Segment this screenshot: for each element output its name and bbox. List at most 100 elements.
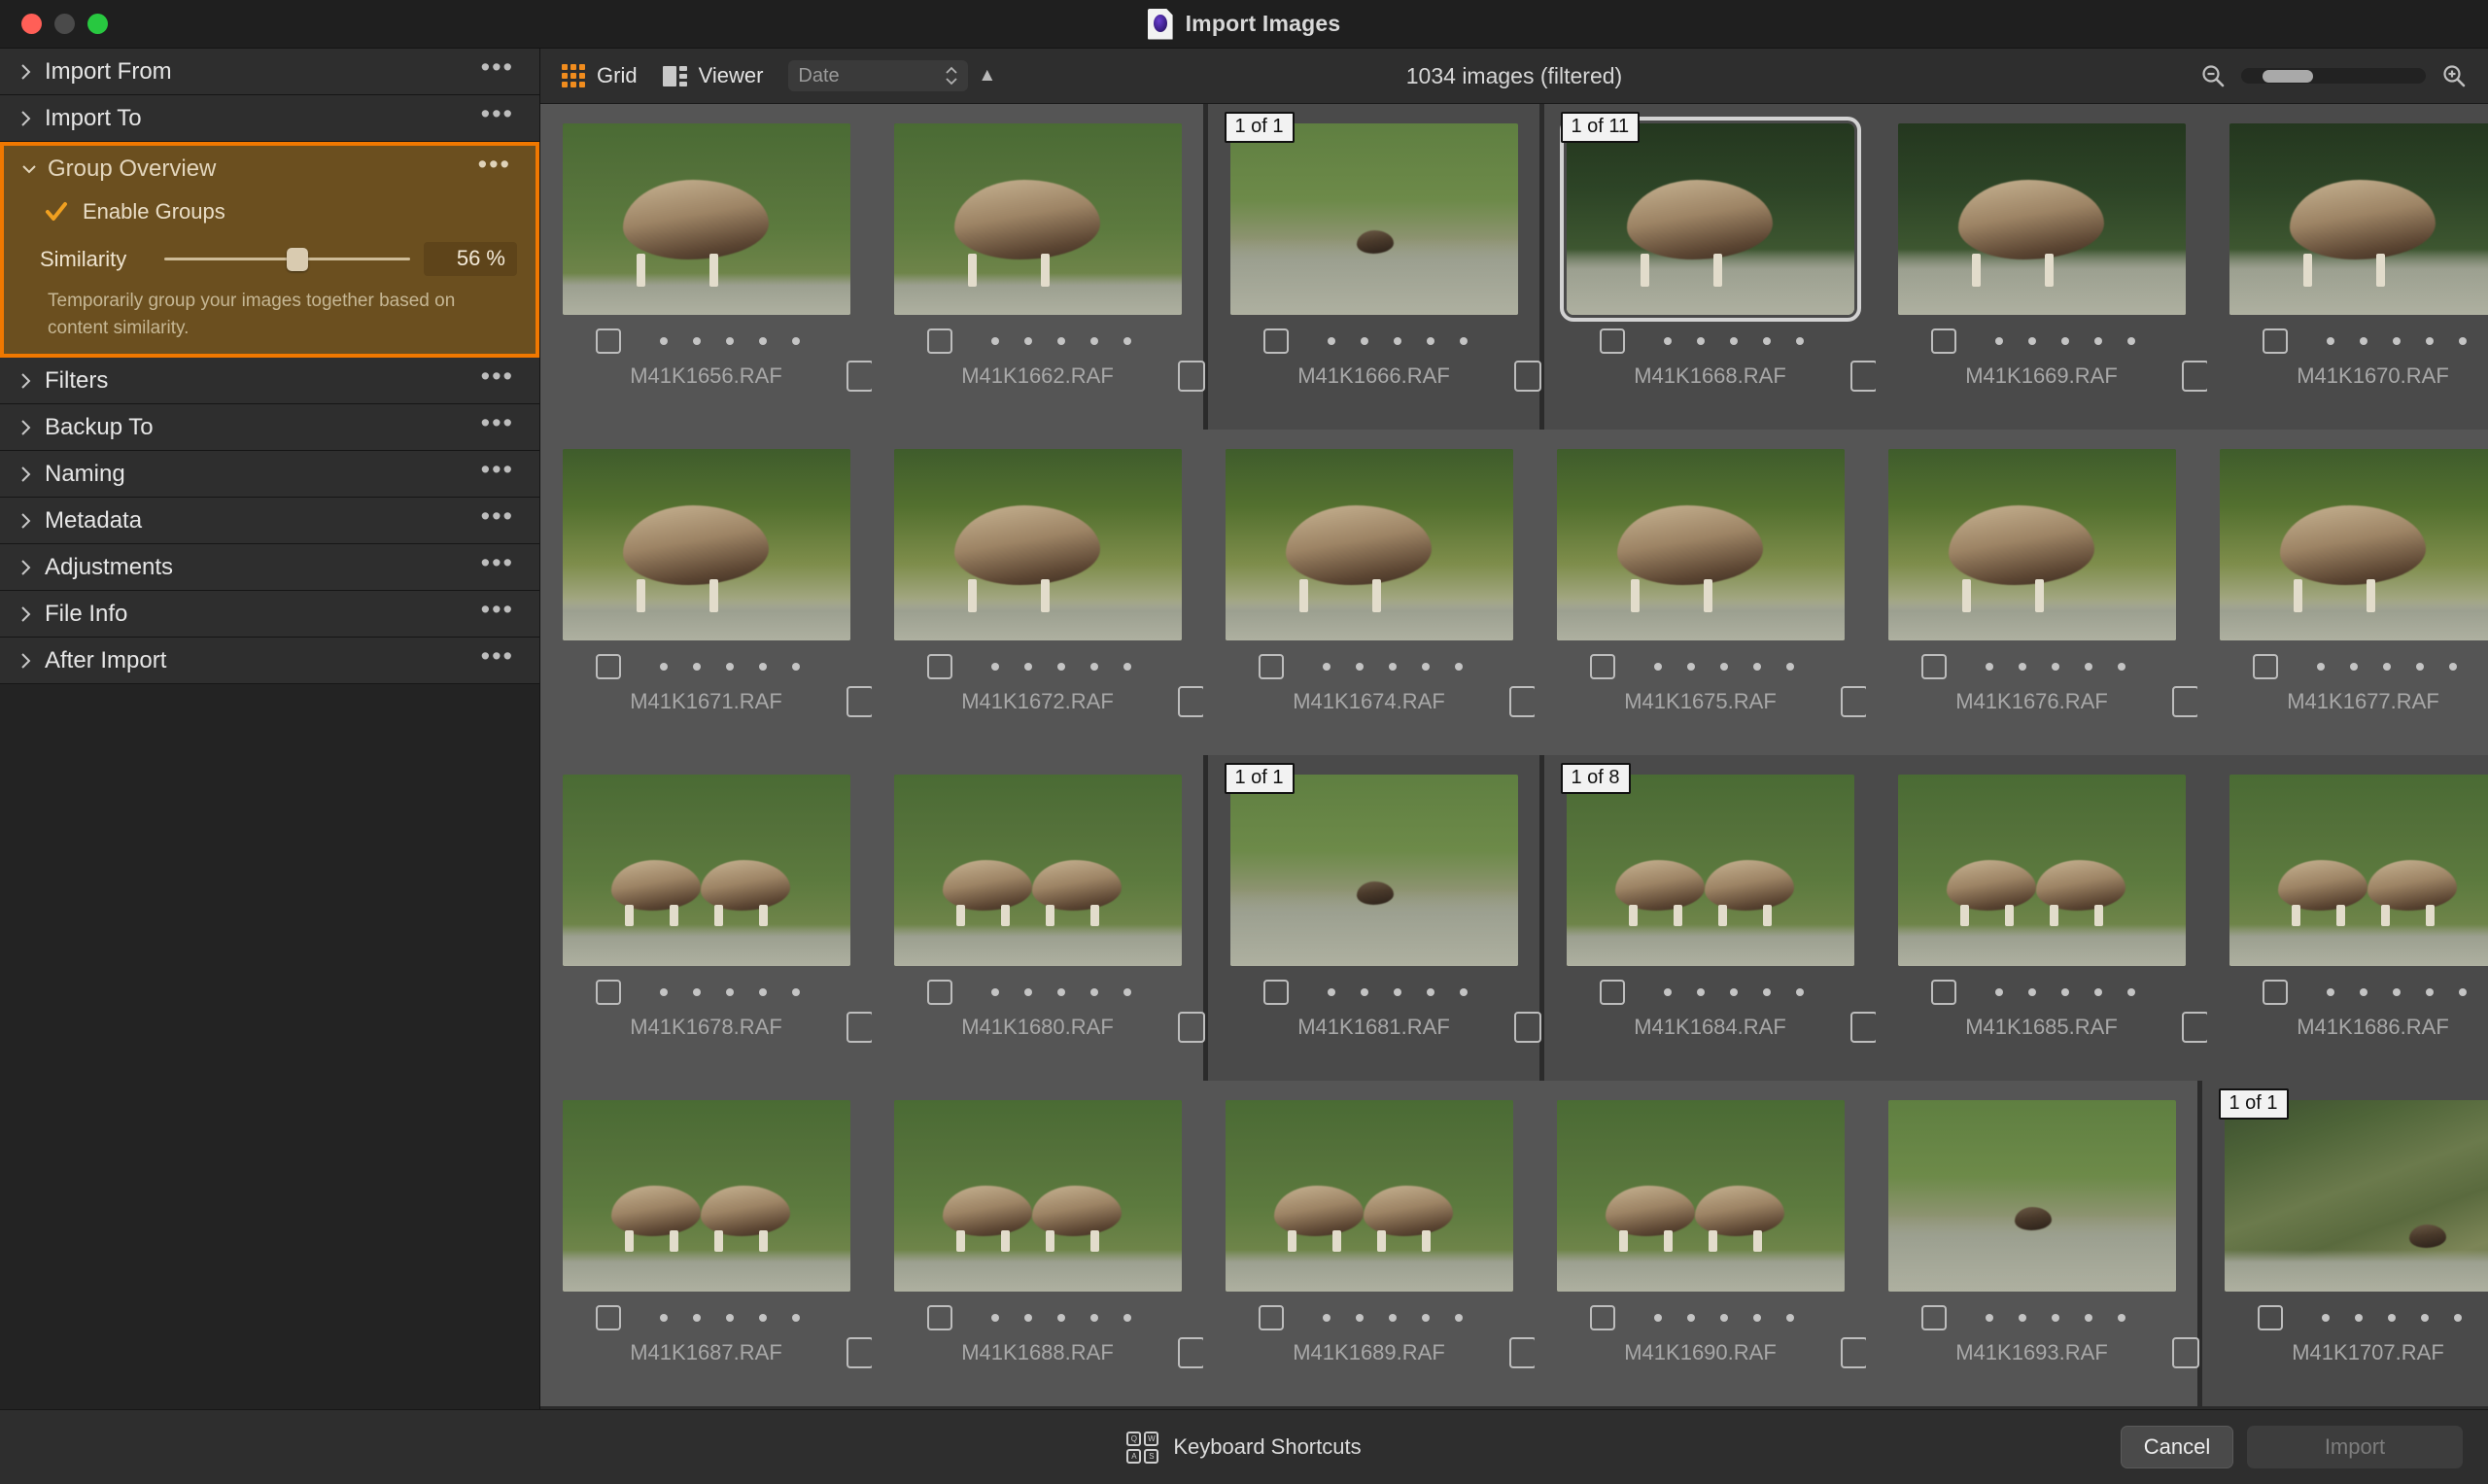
rating-dot[interactable] xyxy=(2359,988,2367,996)
rating-dots[interactable] xyxy=(1985,1314,2125,1322)
rating-dot[interactable] xyxy=(1785,1314,1794,1322)
thumbnail-cell[interactable]: M41K1671.RAF xyxy=(540,430,874,755)
similarity-slider[interactable] xyxy=(164,246,410,273)
zoom-out-icon[interactable] xyxy=(2200,63,2226,88)
import-checkbox[interactable] xyxy=(1849,1012,1878,1043)
thumbnail-cell[interactable]: M41K1676.RAF xyxy=(1866,430,2199,755)
select-checkbox[interactable] xyxy=(926,1305,952,1330)
rating-dots[interactable] xyxy=(1327,337,1468,345)
rating-dots[interactable] xyxy=(659,337,800,345)
rating-dot[interactable] xyxy=(2326,988,2334,996)
rating-dot[interactable] xyxy=(1752,1314,1761,1322)
select-checkbox[interactable] xyxy=(1589,654,1615,679)
rating-dots[interactable] xyxy=(990,663,1131,671)
rating-dot[interactable] xyxy=(2458,337,2467,345)
sidebar-item-menu-icon[interactable]: ••• xyxy=(481,362,514,391)
rating-dot[interactable] xyxy=(2027,988,2036,996)
thumbnail-image[interactable] xyxy=(1566,775,1854,966)
rating-dot[interactable] xyxy=(758,988,767,996)
select-checkbox[interactable] xyxy=(926,654,952,679)
rating-dot[interactable] xyxy=(1454,663,1463,671)
rating-dot[interactable] xyxy=(2382,663,2391,671)
import-checkbox[interactable] xyxy=(1840,1337,1868,1368)
thumbnail-cell[interactable]: M41K1674.RAF xyxy=(1203,430,1537,755)
thumbnail-image[interactable] xyxy=(1229,123,1518,315)
import-checkbox[interactable] xyxy=(2171,1337,2199,1368)
rating-dot[interactable] xyxy=(1089,663,1098,671)
import-checkbox[interactable] xyxy=(1177,1012,1205,1043)
rating-dot[interactable] xyxy=(1686,1314,1695,1322)
similarity-value[interactable]: 56 % xyxy=(424,242,517,276)
rating-dots[interactable] xyxy=(990,1314,1131,1322)
rating-dot[interactable] xyxy=(1355,1314,1364,1322)
sidebar-item-file-info[interactable]: File Info ••• xyxy=(0,591,539,638)
select-checkbox[interactable] xyxy=(1589,1305,1615,1330)
rating-dot[interactable] xyxy=(1454,1314,1463,1322)
rating-dot[interactable] xyxy=(791,1314,800,1322)
rating-dot[interactable] xyxy=(1322,663,1330,671)
rating-dot[interactable] xyxy=(1388,663,1397,671)
select-checkbox[interactable] xyxy=(2257,1305,2283,1330)
rating-dot[interactable] xyxy=(1123,1314,1131,1322)
thumbnail-cell[interactable]: 1 of 11 M41K1668.RAF xyxy=(1544,104,1878,430)
thumbnail-image[interactable] xyxy=(2224,1100,2488,1292)
import-checkbox[interactable] xyxy=(846,1012,874,1043)
sort-field-select[interactable]: Date xyxy=(788,60,969,91)
rating-dot[interactable] xyxy=(2060,988,2069,996)
import-checkbox[interactable] xyxy=(1177,1337,1205,1368)
rating-dot[interactable] xyxy=(1023,1314,1032,1322)
thumbnail-image[interactable] xyxy=(1897,123,2186,315)
rating-dot[interactable] xyxy=(659,1314,668,1322)
sidebar-item-naming[interactable]: Naming ••• xyxy=(0,451,539,499)
rating-dots[interactable] xyxy=(1663,337,1804,345)
rating-dot[interactable] xyxy=(1663,337,1672,345)
import-checkbox[interactable] xyxy=(2171,686,2199,717)
select-checkbox[interactable] xyxy=(1258,1305,1284,1330)
rating-dot[interactable] xyxy=(1023,663,1032,671)
select-checkbox[interactable] xyxy=(595,980,621,1005)
select-checkbox[interactable] xyxy=(1930,980,1956,1005)
rating-dot[interactable] xyxy=(725,988,734,996)
sidebar-item-group-overview[interactable]: Group Overview ••• xyxy=(3,145,536,193)
thumbnail-cell[interactable]: 1 of 1 M41K1681.RAF xyxy=(1208,755,1541,1081)
rating-dot[interactable] xyxy=(1459,988,1468,996)
thumbnail-cell[interactable]: M41K1687.RAF xyxy=(540,1081,874,1406)
rating-dot[interactable] xyxy=(1023,337,1032,345)
rating-dot[interactable] xyxy=(2387,1314,2396,1322)
sidebar-item-menu-icon[interactable]: ••• xyxy=(481,642,514,671)
import-button[interactable]: Import xyxy=(2247,1426,2463,1468)
thumbnail-image[interactable] xyxy=(2229,775,2488,966)
rating-dots[interactable] xyxy=(2326,337,2467,345)
rating-dot[interactable] xyxy=(1795,988,1804,996)
zoom-in-icon[interactable] xyxy=(2441,63,2467,88)
rating-dot[interactable] xyxy=(2425,988,2434,996)
thumbnail-image[interactable] xyxy=(2229,123,2488,315)
rating-dot[interactable] xyxy=(1322,1314,1330,1322)
import-checkbox[interactable] xyxy=(2181,361,2209,392)
select-checkbox[interactable] xyxy=(926,980,952,1005)
rating-dot[interactable] xyxy=(1719,1314,1728,1322)
thumbnail-cell[interactable]: M41K1662.RAF xyxy=(872,104,1205,430)
rating-dot[interactable] xyxy=(1123,663,1131,671)
import-checkbox[interactable] xyxy=(2181,1012,2209,1043)
sidebar-item-menu-icon[interactable]: ••• xyxy=(481,456,514,484)
rating-dot[interactable] xyxy=(758,1314,767,1322)
select-checkbox[interactable] xyxy=(1262,328,1289,354)
select-checkbox[interactable] xyxy=(1599,328,1625,354)
rating-dots[interactable] xyxy=(1322,663,1463,671)
rating-dot[interactable] xyxy=(1360,337,1368,345)
select-checkbox[interactable] xyxy=(1599,980,1625,1005)
rating-dot[interactable] xyxy=(725,1314,734,1322)
rating-dots[interactable] xyxy=(2326,988,2467,996)
rating-dot[interactable] xyxy=(2051,663,2059,671)
rating-dot[interactable] xyxy=(2448,663,2457,671)
rating-dots[interactable] xyxy=(1327,988,1468,996)
rating-dot[interactable] xyxy=(1459,337,1468,345)
import-checkbox[interactable] xyxy=(1513,361,1541,392)
tab-viewer[interactable]: Viewer xyxy=(662,63,763,88)
sidebar-item-import-to[interactable]: Import To ••• xyxy=(0,95,539,142)
thumbnail-cell[interactable]: M41K1680.RAF xyxy=(872,755,1205,1081)
import-checkbox[interactable] xyxy=(1177,361,1205,392)
rating-dot[interactable] xyxy=(2117,1314,2125,1322)
sidebar-item-after-import[interactable]: After Import ••• xyxy=(0,638,539,685)
